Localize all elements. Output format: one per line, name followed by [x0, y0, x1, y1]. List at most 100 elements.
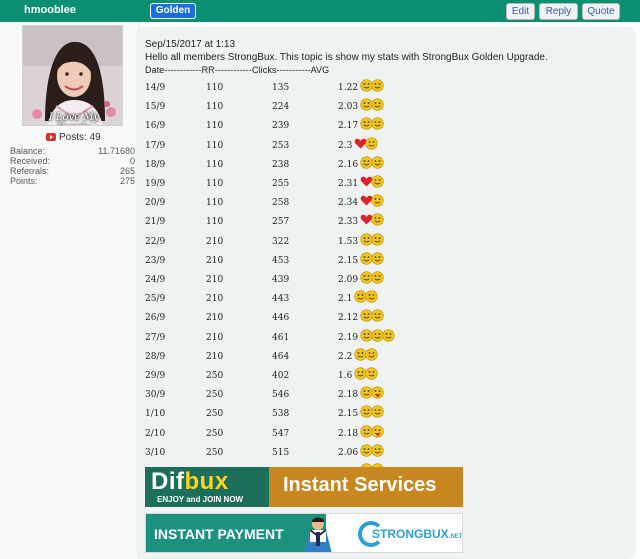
table-row: 3/10 250 515 2.06 — [0, 444, 640, 462]
table-row: 25/9 210 443 2.1 — [0, 290, 640, 308]
strongbux-banner[interactable]: INSTANT PAYMENT STRONGBUX.NET — [145, 513, 463, 553]
table-row: 15/9 110 224 2.03 — [0, 98, 640, 116]
smile-emoji-icon — [370, 271, 384, 284]
rank-badge: Golden — [150, 3, 196, 19]
row-rr: 250 — [206, 371, 224, 381]
smile-emoji-icon — [365, 290, 378, 303]
row-clicks: 547 — [272, 428, 290, 439]
row-rr: 110 — [206, 83, 224, 93]
row-date: 15/9 — [145, 102, 166, 113]
row-rr: 110 — [206, 140, 224, 151]
row-clicks: 443 — [272, 294, 290, 305]
smile-emoji-icon — [370, 232, 384, 246]
table-row: 18/9 110 238 2.16 — [0, 156, 640, 174]
smile-emoji-icon — [370, 309, 384, 322]
row-rr: 250 — [206, 428, 224, 439]
row-date: 19/9 — [145, 179, 166, 189]
table-row: 21/9 110 257 2.33 — [0, 213, 640, 231]
row-clicks: 446 — [272, 313, 290, 324]
row-clicks: 439 — [272, 275, 290, 285]
row-clicks: 461 — [272, 332, 290, 343]
row-avg: 1.22 — [338, 83, 359, 93]
difbux-banner[interactable]: Difbux ENJOY and JOIN NOW Instant Servic… — [145, 467, 463, 507]
row-avg: 2.2 — [338, 351, 353, 362]
smile-emoji-icon — [370, 405, 384, 418]
smile-emoji-icon — [370, 79, 384, 92]
table-row: 17/9 110 253 2.3 — [0, 136, 640, 155]
row-date: 24/9 — [145, 275, 166, 285]
row-rr: 210 — [206, 294, 224, 305]
row-rr: 210 — [206, 351, 224, 362]
row-date: 17/9 — [145, 140, 166, 151]
reply-button[interactable]: Reply — [539, 3, 578, 20]
table-row: 20/9 110 258 2.34 — [0, 194, 640, 212]
row-avg: 2.15 — [338, 255, 359, 266]
row-rr: 110 — [206, 179, 224, 189]
row-clicks: 224 — [272, 102, 290, 113]
table-row: 22/9 210 322 1.53 — [0, 232, 640, 251]
strongbux-logo-text: STRONGBUX.NET — [372, 527, 463, 541]
row-clicks: 464 — [272, 351, 290, 362]
edit-button[interactable]: Edit — [506, 3, 535, 20]
table-row: 24/9 210 439 2.09 — [0, 271, 640, 289]
table-row: 14/9 110 135 1.22 — [0, 79, 640, 97]
row-rr: 210 — [206, 255, 224, 266]
row-clicks: 538 — [272, 409, 290, 420]
row-avg: 2.03 — [338, 102, 359, 113]
row-avg: 2.09 — [338, 275, 359, 285]
row-rr: 110 — [206, 159, 224, 170]
table-row: 2/10 250 547 2.18 — [0, 424, 640, 443]
smile-emoji-icon — [370, 194, 384, 207]
row-date: 29/9 — [145, 371, 166, 381]
row-rr: 250 — [206, 390, 224, 401]
row-clicks: 515 — [272, 447, 290, 458]
row-clicks: 258 — [272, 198, 290, 209]
row-avg: 2.16 — [338, 159, 359, 170]
row-avg: 2.3 — [338, 140, 353, 151]
strongbux-headline: INSTANT PAYMENT — [154, 526, 284, 542]
smile-emoji-icon — [370, 175, 384, 188]
username[interactable]: hmooblee — [24, 4, 76, 16]
smile-emoji-icon — [370, 213, 384, 226]
smile-emoji-icon — [381, 328, 395, 342]
row-clicks: 239 — [272, 121, 290, 132]
row-clicks: 253 — [272, 140, 290, 151]
row-rr: 250 — [206, 447, 224, 458]
table-row: 1/10 250 538 2.15 — [0, 405, 640, 423]
row-avg: 2.18 — [338, 428, 359, 439]
row-rr: 210 — [206, 236, 224, 247]
row-rr: 250 — [206, 409, 224, 420]
row-date: 20/9 — [145, 198, 166, 209]
row-clicks: 255 — [272, 179, 290, 189]
table-row: 19/9 110 255 2.31 — [0, 175, 640, 193]
smile-emoji-icon — [370, 98, 384, 111]
row-date: 2/10 — [145, 428, 166, 439]
row-avg: 2.06 — [338, 447, 359, 458]
row-rr: 210 — [206, 275, 224, 285]
row-avg: 2.12 — [338, 313, 359, 324]
row-date: 18/9 — [145, 159, 166, 170]
row-date: 3/10 — [145, 447, 166, 458]
row-date: 23/9 — [145, 255, 166, 266]
smile-emoji-icon — [365, 367, 378, 380]
table-row: 28/9 210 464 2.2 — [0, 348, 640, 366]
row-avg: 1.6 — [338, 371, 353, 381]
row-avg: 2.1 — [338, 294, 353, 305]
smile-emoji-icon — [365, 348, 378, 361]
row-date: 27/9 — [145, 332, 166, 343]
quote-button[interactable]: Quote — [582, 3, 620, 20]
row-date: 25/9 — [145, 294, 166, 305]
row-date: 28/9 — [145, 351, 166, 362]
row-clicks: 402 — [272, 371, 290, 381]
smile-emoji-icon — [370, 156, 384, 169]
row-avg: 2.15 — [338, 409, 359, 420]
table-row: 30/9 250 546 2.18 — [0, 386, 640, 404]
row-date: 14/9 — [145, 83, 166, 93]
post-intro-text: Hello all members StrongBux. This topic … — [145, 52, 548, 63]
row-clicks: 453 — [272, 255, 290, 266]
table-row: 26/9 210 446 2.12 — [0, 309, 640, 327]
row-avg: 1.53 — [338, 236, 359, 247]
row-avg: 2.31 — [338, 179, 359, 189]
table-row: 27/9 210 461 2.19 — [0, 328, 640, 347]
row-clicks: 546 — [272, 390, 290, 401]
